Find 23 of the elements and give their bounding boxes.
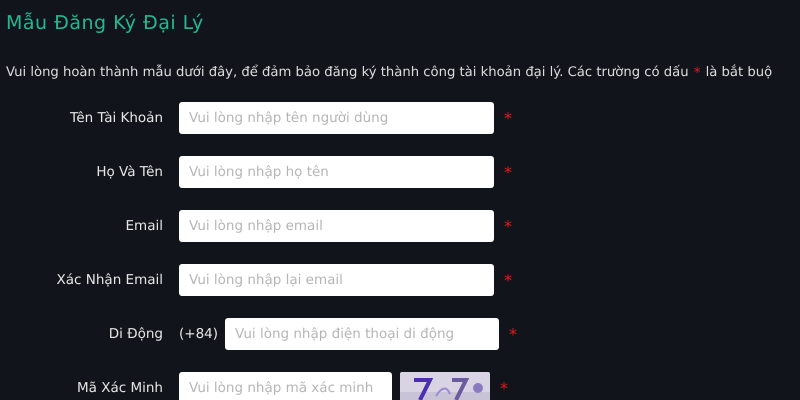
field-label: Họ Và Tên	[95, 164, 163, 180]
input-field[interactable]: Vui lòng nhập lại email	[179, 264, 494, 296]
field-label: Di Động	[108, 326, 163, 342]
intro-text: là bắt buộ	[706, 63, 772, 82]
field-label: Xác Nhận Email	[56, 272, 163, 288]
field-label: Tên Tài Khoản	[69, 110, 163, 126]
required-mark: *	[694, 64, 701, 83]
required-mark: *	[504, 270, 512, 290]
input-field[interactable]: Vui lòng nhập họ tên	[179, 156, 494, 188]
intro-text: Vui lòng hoàn thành mẫu dưới đây, để đảm bảo đăng ký thành công tài khoản đại lý. Các trường có dấu	[6, 64, 689, 82]
input-field[interactable]: Vui lòng nhập mã xác minh	[179, 372, 392, 400]
field-label: Mã Xác Minh	[76, 380, 163, 396]
form-title: Mẫu Đăng Ký Đại Lý	[6, 11, 204, 36]
input-field[interactable]: Vui lòng nhập tên người dùng	[179, 102, 494, 134]
required-mark: *	[504, 162, 512, 182]
phone-prefix: (+84)	[179, 326, 218, 342]
field-label: Email	[124, 218, 163, 234]
required-mark: *	[509, 324, 518, 344]
input-field[interactable]: Vui lòng nhập email	[179, 210, 494, 242]
required-mark: *	[504, 216, 512, 236]
required-mark: *	[500, 378, 508, 398]
input-field[interactable]: Vui lòng nhập điện thoại di động	[225, 318, 500, 350]
required-mark: *	[504, 108, 512, 128]
